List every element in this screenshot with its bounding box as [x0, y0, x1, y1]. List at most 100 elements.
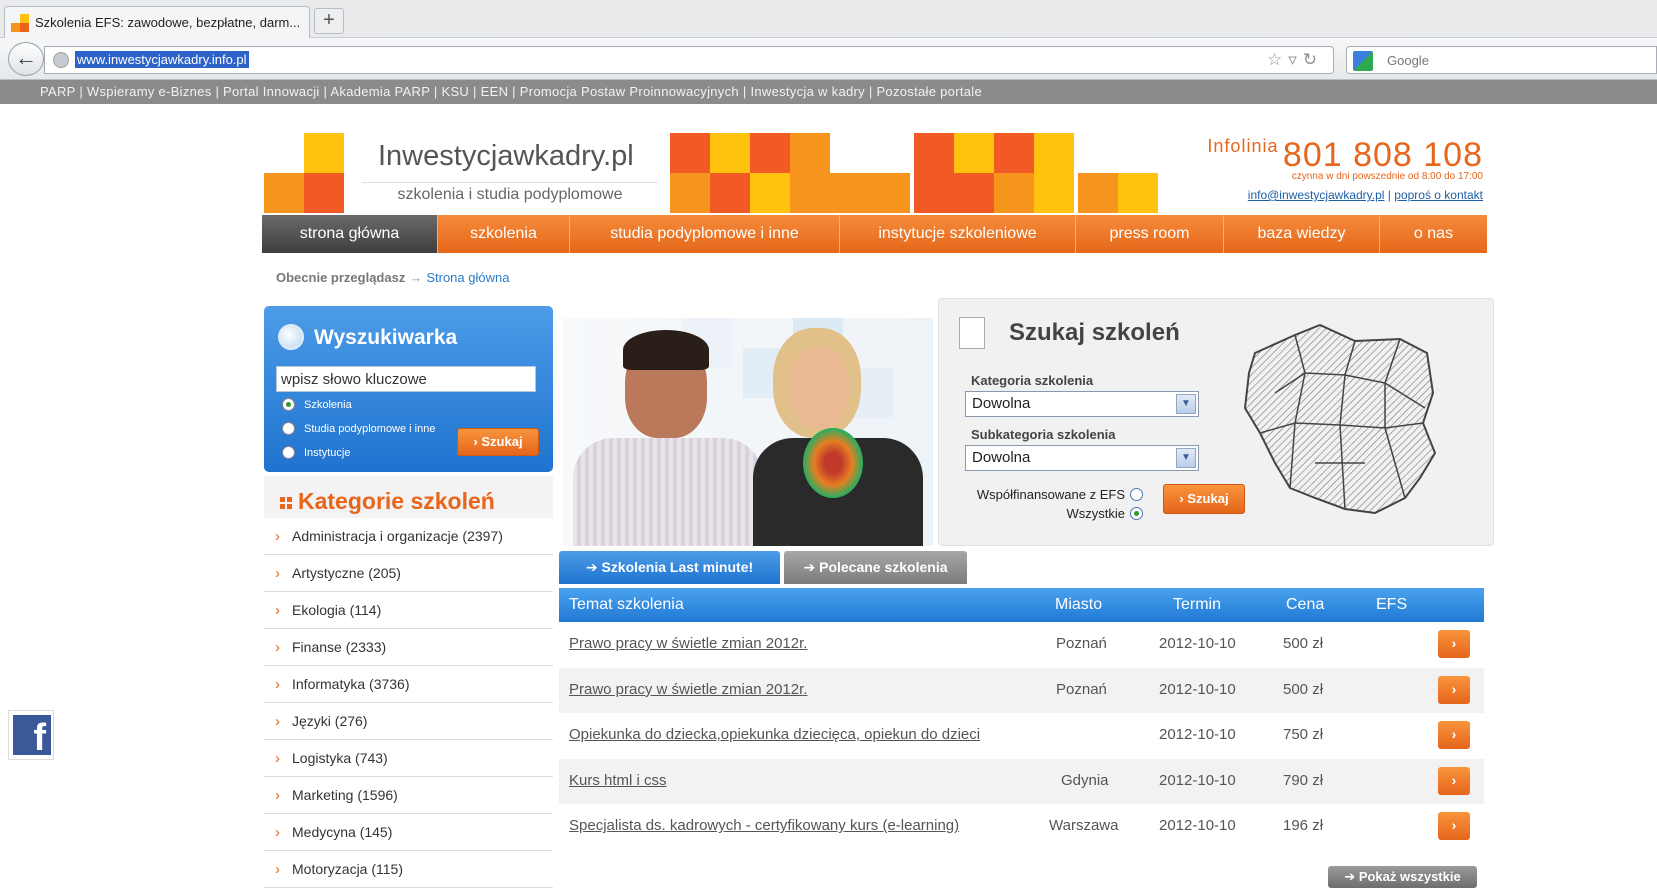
categories-title: Kategorie szkoleń: [280, 488, 495, 515]
radio-szkolenia[interactable]: Szkolenia: [282, 398, 352, 411]
nav-strona-glowna[interactable]: strona główna: [262, 215, 438, 253]
portal-link[interactable]: Portal Innowacji: [223, 84, 320, 99]
reload-icon[interactable]: ↻: [1303, 50, 1323, 69]
portal-link[interactable]: EEN: [481, 84, 509, 99]
radio-label: Instytucje: [304, 446, 351, 459]
course-link[interactable]: Prawo pracy w świetle zmian 2012r.: [569, 681, 807, 698]
efs-label: Współfinansowane z EFS: [976, 487, 1125, 502]
nav-instytucje[interactable]: instytucje szkoleniowe: [840, 215, 1076, 253]
all-label: Wszystkie: [1066, 506, 1126, 521]
cell-termin: 2012-10-10: [1159, 635, 1236, 652]
site-logo[interactable]: Inwestycjawkadry.pl: [378, 140, 634, 173]
course-link[interactable]: Prawo pracy w świetle zmian 2012r.: [569, 635, 807, 652]
tab-polecane[interactable]: ➔ Polecane szkolenia: [784, 551, 967, 584]
category-select[interactable]: Dowolna ▼: [965, 391, 1199, 417]
category-item[interactable]: Ekologia (114): [264, 592, 553, 629]
email-link[interactable]: info@inwestycjawkadry.pl: [1248, 188, 1385, 202]
globe-icon: [53, 52, 69, 68]
portal-link[interactable]: Wspieramy e-Biznes: [87, 84, 212, 99]
browser-tab[interactable]: Szkolenia EFS: zawodowe, bezpłatne, darm…: [4, 6, 310, 38]
infolinia-label: Infolinia: [1207, 136, 1279, 156]
row-arrow-button[interactable]: ›: [1438, 766, 1470, 795]
category-item[interactable]: Motoryzacja (115): [264, 851, 553, 888]
cell-termin: 2012-10-10: [1159, 680, 1236, 698]
radio-button[interactable]: [282, 422, 295, 435]
portal-link[interactable]: KSU: [441, 84, 469, 99]
address-bar[interactable]: www.inwestycjawkadry.info.pl ☆▿↻: [44, 46, 1334, 74]
chevron-down-icon[interactable]: ▼: [1176, 448, 1196, 468]
portal-link[interactable]: Promocja Postaw Proinnowacyjnych: [520, 84, 739, 99]
facebook-icon[interactable]: f: [13, 715, 51, 759]
all-radio[interactable]: [1130, 507, 1143, 520]
infolinia-box: Infolinia 801 808 108 czynna w dni powsz…: [1207, 136, 1483, 202]
table-row: Specjalista ds. kadrowych - certyfikowan…: [559, 804, 1484, 850]
search-widget-title: Wyszukiwarka: [314, 326, 458, 349]
nav-szkolenia[interactable]: szkolenia: [438, 215, 570, 253]
portal-link[interactable]: Akademia PARP: [330, 84, 430, 99]
nav-studia[interactable]: studia podyplomowe i inne: [570, 215, 840, 253]
url-text[interactable]: www.inwestycjawkadry.info.pl: [75, 51, 249, 68]
magnifier-icon: [278, 324, 304, 350]
contact-link[interactable]: poproś o kontakt: [1394, 188, 1483, 202]
new-tab-button[interactable]: +: [314, 8, 344, 34]
nav-o-nas[interactable]: o nas: [1380, 215, 1487, 253]
keyword-input[interactable]: [276, 366, 536, 392]
category-item[interactable]: Artystyczne (205): [264, 555, 553, 592]
show-all-button[interactable]: ➔ Pokaż wszystkie: [1328, 866, 1477, 888]
categories-list: Administracja i organizacje (2397) Artys…: [264, 518, 553, 888]
category-item[interactable]: Logistyka (743): [264, 740, 553, 777]
category-item[interactable]: Administracja i organizacje (2397): [264, 518, 553, 555]
browser-search-box[interactable]: Google: [1346, 46, 1657, 74]
browser-tab-bar: Szkolenia EFS: zawodowe, bezpłatne, darm…: [0, 0, 1657, 38]
nav-baza-wiedzy[interactable]: baza wiedzy: [1224, 215, 1380, 253]
poland-map-icon[interactable]: [1235, 313, 1445, 523]
main-nav: strona główna szkolenia studia podyplomo…: [262, 215, 1487, 253]
portal-link[interactable]: Pozostałe portale: [876, 84, 982, 99]
grid-icon: [280, 497, 292, 509]
radio-studia[interactable]: Studia podyplomowe i inne: [282, 422, 435, 435]
back-arrow-icon[interactable]: ←: [8, 42, 44, 76]
course-search-button[interactable]: › Szukaj: [1163, 484, 1245, 514]
radio-instytucje[interactable]: Instytucje: [282, 446, 350, 459]
cell-miasto: Warszawa: [1049, 817, 1119, 835]
breadcrumb: Obecnie przeglądasz → Strona główna: [276, 270, 509, 285]
row-arrow-button[interactable]: ›: [1438, 721, 1470, 750]
subcategory-select[interactable]: Dowolna ▼: [965, 445, 1199, 471]
chevron-down-icon[interactable]: ▼: [1176, 394, 1196, 414]
cell-cena: 790 zł: [1283, 771, 1324, 789]
category-item[interactable]: Finanse (2333): [264, 629, 553, 666]
efs-radio[interactable]: [1130, 488, 1143, 501]
category-item[interactable]: Informatyka (3736): [264, 666, 553, 703]
category-item[interactable]: Marketing (1596): [264, 777, 553, 814]
breadcrumb-current[interactable]: Strona główna: [426, 270, 509, 285]
table-row: Prawo pracy w świetle zmian 2012r. Pozna…: [559, 667, 1484, 714]
efs-labels: Współfinansowane z EFS Wszystkie: [965, 485, 1125, 523]
nav-press-room[interactable]: press room: [1076, 215, 1224, 253]
course-link[interactable]: Specjalista ds. kadrowych - certyfikowan…: [569, 817, 959, 834]
course-search-button-label: Szukaj: [1187, 491, 1229, 506]
portal-link[interactable]: PARP: [40, 84, 75, 99]
breadcrumb-arrow-icon: →: [409, 270, 423, 285]
star-icon[interactable]: ☆: [1267, 50, 1288, 69]
search-engine-icon[interactable]: [1353, 51, 1373, 71]
cell-cena: 196 zł: [1283, 817, 1324, 835]
subcategory-select-value: Dowolna: [972, 449, 1031, 466]
course-link[interactable]: Opiekunka do dziecka,opiekunka dziecięca…: [569, 726, 980, 743]
radio-button[interactable]: [282, 446, 295, 459]
cell-termin: 2012-10-10: [1159, 771, 1236, 789]
row-arrow-button[interactable]: ›: [1438, 675, 1470, 704]
portal-link[interactable]: Inwestycja w kadry: [750, 84, 865, 99]
portal-bar: PARP | Wspieramy e-Biznes | Portal Innow…: [0, 80, 1657, 104]
facebook-widget[interactable]: f: [8, 710, 54, 760]
cell-cena: 500 zł: [1283, 635, 1324, 652]
category-item[interactable]: Medycyna (145): [264, 814, 553, 851]
tab-last-minute[interactable]: ➔ Szkolenia Last minute!: [559, 551, 780, 584]
cell-termin: 2012-10-10: [1159, 726, 1236, 744]
row-arrow-button[interactable]: ›: [1438, 630, 1470, 658]
category-item[interactable]: Języki (276): [264, 703, 553, 740]
row-arrow-button[interactable]: ›: [1438, 812, 1470, 841]
course-link[interactable]: Kurs html i css: [569, 772, 667, 789]
dropdown-icon[interactable]: ▿: [1288, 50, 1303, 69]
search-button[interactable]: › Szukaj: [457, 428, 539, 456]
radio-button[interactable]: [282, 398, 295, 411]
